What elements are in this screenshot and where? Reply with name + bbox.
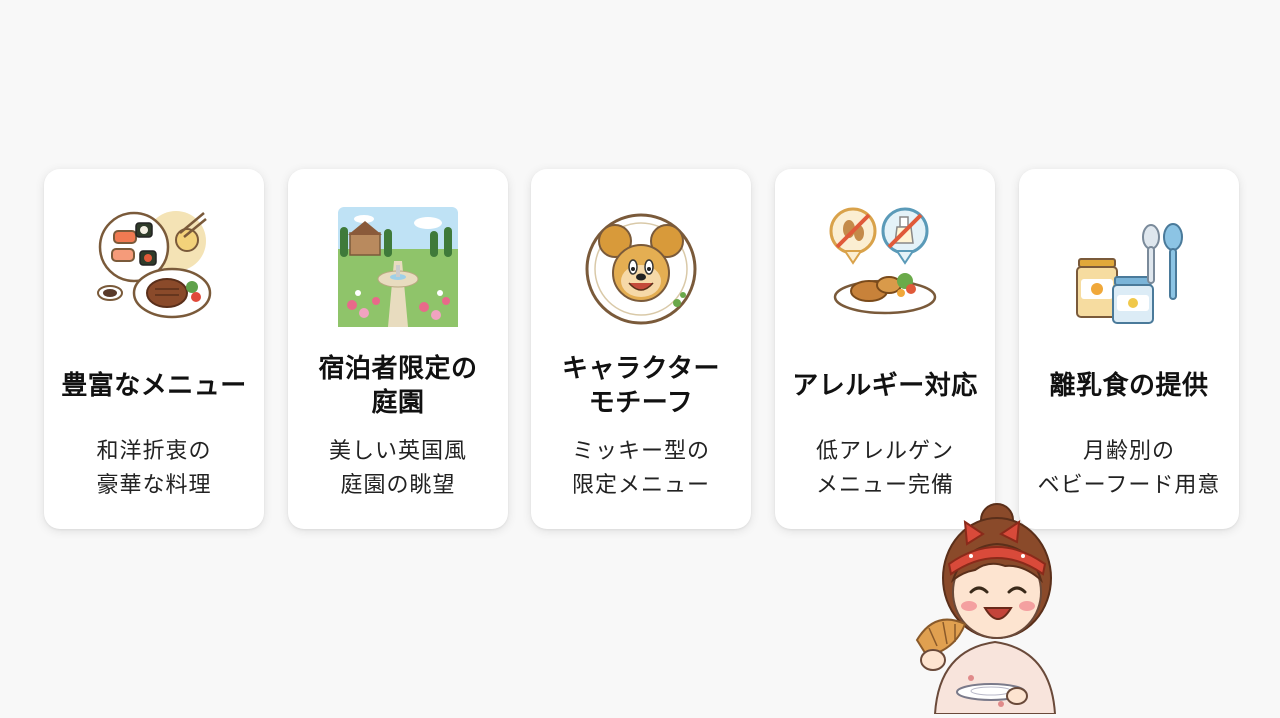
card-title: キャラクター モチーフ (562, 354, 720, 418)
feature-card-menu: 豊富なメニュー 和洋折衷の 豪華な料理 (44, 169, 264, 529)
feature-card-character: キャラクター モチーフ ミッキー型の 限定メニュー (531, 169, 751, 529)
card-title: 宿泊者限定の 庭園 (318, 354, 478, 418)
mascot-girl-eating-croissant-icon (905, 500, 1085, 715)
baby-food-icon (1067, 205, 1191, 329)
feature-card-baby-food: 離乳食の提供 月齢別の ベビーフード用意 (1019, 169, 1239, 529)
card-description: 美しい英国風 庭園の眺望 (328, 439, 467, 498)
card-description: ミッキー型の 限定メニュー (571, 439, 710, 498)
card-title: 豊富なメニュー (61, 371, 247, 401)
allergy-icon (823, 205, 947, 329)
card-title: アレルギー対応 (792, 371, 978, 401)
sushi-steak-icon (92, 205, 216, 329)
card-title: 離乳食の提供 (1049, 371, 1209, 401)
card-description: 月齢別の ベビーフード用意 (1037, 439, 1221, 498)
feature-card-allergy: アレルギー対応 低アレルゲン メニュー完備 (775, 169, 995, 529)
mickey-waffle-icon (579, 205, 703, 329)
card-description: 低アレルゲン メニュー完備 (815, 439, 954, 498)
card-description: 和洋折衷の 豪華な料理 (96, 439, 212, 498)
feature-card-garden: 宿泊者限定の 庭園 美しい英国風 庭園の眺望 (288, 169, 508, 529)
garden-icon (336, 205, 460, 329)
